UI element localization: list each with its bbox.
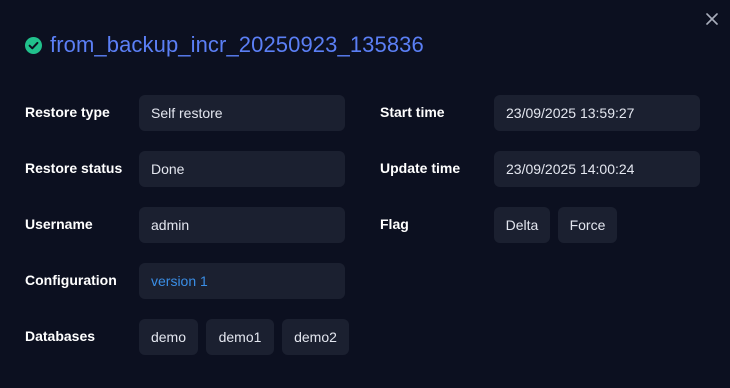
configuration-label: Configuration xyxy=(25,272,117,288)
restore-details-dialog: from_backup_incr_20250923_135836 Restore… xyxy=(0,0,730,388)
username-value: admin xyxy=(139,207,345,243)
dialog-header: from_backup_incr_20250923_135836 xyxy=(25,31,424,59)
start-time-label: Start time xyxy=(380,104,445,120)
close-button[interactable] xyxy=(702,9,722,29)
start-time-value: 23/09/2025 13:59:27 xyxy=(494,95,700,131)
database-chip-demo1: demo1 xyxy=(206,319,274,355)
flag-label: Flag xyxy=(380,216,409,232)
configuration-version-link[interactable]: version 1 xyxy=(139,263,345,299)
database-chip-demo2: demo2 xyxy=(282,319,349,355)
restore-status-label: Restore status xyxy=(25,160,123,176)
restore-type-label: Restore type xyxy=(25,104,110,120)
check-circle-icon xyxy=(25,36,42,54)
database-chip-demo: demo xyxy=(139,319,198,355)
update-time-label: Update time xyxy=(380,160,461,176)
flag-chip-delta: Delta xyxy=(494,207,550,243)
close-icon[interactable] xyxy=(706,13,718,25)
flag-chip-force: Force xyxy=(558,207,617,243)
restore-status-value: Done xyxy=(139,151,345,187)
update-time-value: 23/09/2025 14:00:24 xyxy=(494,151,700,187)
dialog-title: from_backup_incr_20250923_135836 xyxy=(50,32,424,57)
restore-type-value: Self restore xyxy=(139,95,345,131)
databases-label: Databases xyxy=(25,328,96,344)
username-label: Username xyxy=(25,216,93,232)
